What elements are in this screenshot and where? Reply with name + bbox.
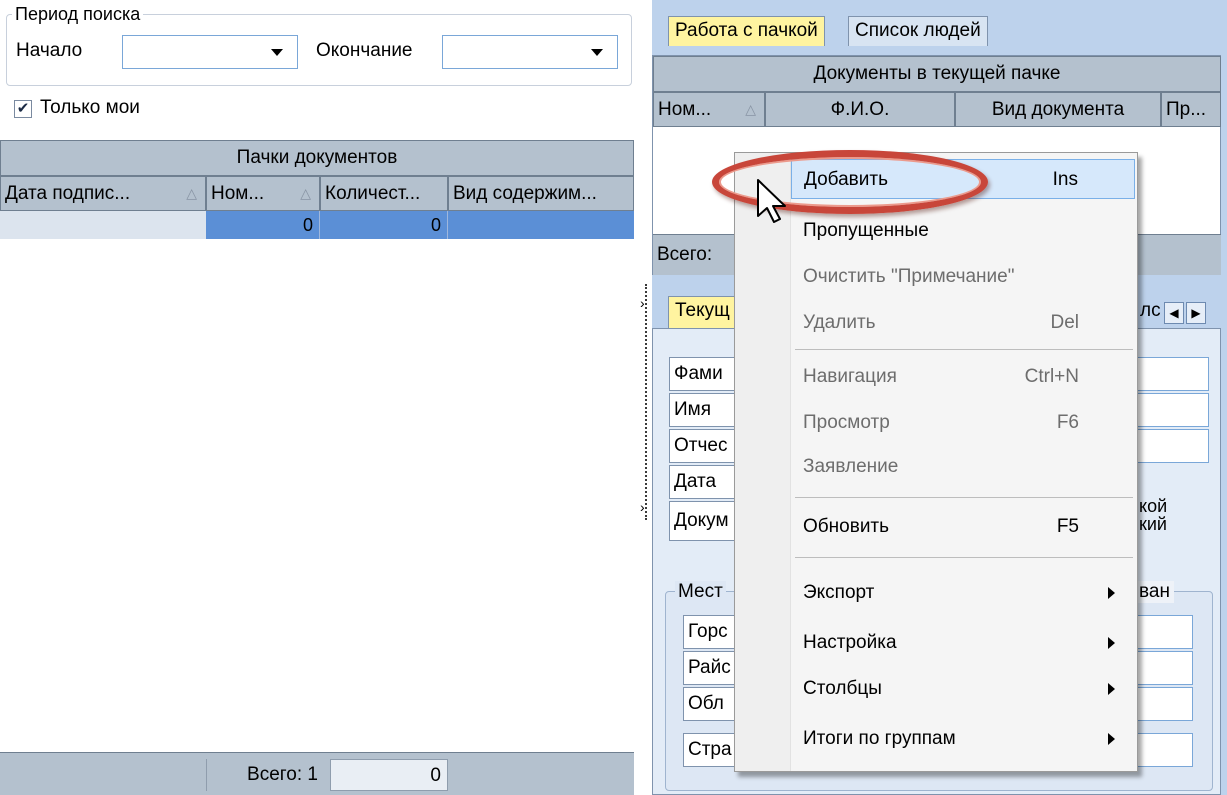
sort-indicator-icon: △ xyxy=(300,185,311,201)
document-note-line: кий xyxy=(1139,514,1167,534)
column-header-label: Ном... xyxy=(658,99,712,120)
batches-footer: Всего: 1 0 xyxy=(0,752,634,795)
menu-item-label: Экспорт xyxy=(803,582,875,603)
chevron-right-icon[interactable]: › xyxy=(640,296,645,310)
chevron-left-icon: ◀ xyxy=(1169,306,1179,320)
tab-scroll-right-button[interactable]: ▶ xyxy=(1186,302,1206,324)
table-cell xyxy=(448,211,634,239)
tab-clipped[interactable]: лс xyxy=(1140,300,1161,322)
chevron-down-icon[interactable] xyxy=(271,49,283,56)
chevron-right-icon: ▶ xyxy=(1191,306,1201,320)
menu-separator xyxy=(795,497,1133,498)
table-cell: 0 xyxy=(320,211,448,239)
place-badge: ван xyxy=(1135,581,1174,603)
pane-splitter[interactable]: › › xyxy=(640,0,652,795)
document-note-line: кой xyxy=(1139,496,1168,516)
splitter-grip[interactable] xyxy=(645,284,647,520)
menu-item-clear-note[interactable]: Очистить "Примечание" xyxy=(791,257,1135,297)
tab-people-list[interactable]: Список людей xyxy=(848,16,988,46)
footer-total-value: 0 xyxy=(330,759,448,791)
table-cell xyxy=(0,211,206,239)
mouse-cursor-icon xyxy=(757,179,786,223)
start-date-combo[interactable] xyxy=(122,35,298,69)
district-field[interactable] xyxy=(1133,651,1193,685)
column-header-label: Ном... xyxy=(211,183,265,204)
footer-total-label: Всего: 1 xyxy=(206,759,328,791)
column-header-count[interactable]: Количест... xyxy=(320,176,448,211)
table-row[interactable]: 0 0 xyxy=(0,211,634,239)
menu-item-label: Просмотр xyxy=(803,412,890,433)
menu-icon-gutter xyxy=(735,153,791,771)
city-field[interactable] xyxy=(1133,615,1193,649)
menu-item-label: Удалить xyxy=(803,312,876,333)
tab-batch-work[interactable]: Работа с пачкой xyxy=(668,16,825,46)
submenu-arrow-icon xyxy=(1108,587,1115,599)
menu-item-label: Заявление xyxy=(803,456,899,477)
menu-item-label: Настройка xyxy=(803,632,897,653)
menu-item-label: Итоги по группам xyxy=(803,728,956,749)
column-header-label: Дата подпис... xyxy=(5,183,131,204)
batches-grid-title: Пачки документов xyxy=(0,140,634,176)
start-date-label: Начало xyxy=(16,40,83,61)
menu-item-label: Навигация xyxy=(803,366,897,387)
column-header-note[interactable]: Пр... xyxy=(1161,92,1221,127)
column-header-label: Вид документа xyxy=(991,99,1125,120)
menu-item-label: Очистить "Примечание" xyxy=(803,266,1015,287)
menu-item-navigation[interactable]: Навигация Ctrl+N xyxy=(791,357,1135,397)
column-header-doc-type[interactable]: Вид документа xyxy=(955,92,1161,127)
menu-item-label: Пропущенные xyxy=(803,220,929,241)
tab-scroll-left-button[interactable]: ◀ xyxy=(1164,302,1184,324)
menu-item-shortcut: Ctrl+N xyxy=(1024,366,1079,387)
menu-separator xyxy=(795,349,1133,350)
context-menu: Добавить Ins Пропущенные Очистить "Приме… xyxy=(734,152,1138,772)
table-cell: 0 xyxy=(206,211,320,239)
submenu-arrow-icon xyxy=(1108,683,1115,695)
document-note: кой кий xyxy=(1139,497,1167,533)
end-date-label: Окончание xyxy=(316,40,413,61)
menu-item-shortcut: F6 xyxy=(1056,412,1079,433)
docs-grid-title: Документы в текущей пачке xyxy=(653,56,1221,92)
column-header-label: Вид содержим... xyxy=(453,183,597,204)
column-header-sign-date[interactable]: Дата подпис... △ xyxy=(0,176,206,211)
batches-pane: Период поиска Начало Окончание ✔ Только … xyxy=(0,0,640,795)
menu-item-settings[interactable]: Настройка xyxy=(791,623,1135,663)
column-header-label: Пр... xyxy=(1166,99,1207,120)
menu-item-label: Столбцы xyxy=(803,678,882,699)
menu-item-shortcut: F5 xyxy=(1056,516,1079,537)
column-header-number[interactable]: Ном... △ xyxy=(206,176,320,211)
sort-indicator-icon: △ xyxy=(745,101,756,117)
column-header-fio[interactable]: Ф.И.О. xyxy=(765,92,955,127)
chevron-right-icon[interactable]: › xyxy=(640,500,645,514)
sort-indicator-icon: △ xyxy=(186,185,197,201)
place-group-title: Мест xyxy=(675,581,726,603)
menu-item-delete[interactable]: Удалить Del xyxy=(791,303,1135,343)
column-header-label: Ф.И.О. xyxy=(830,99,890,120)
menu-item-columns[interactable]: Столбцы xyxy=(791,669,1135,709)
region-field[interactable] xyxy=(1133,687,1193,721)
only-mine-label[interactable]: Только мои xyxy=(40,97,140,119)
end-date-combo[interactable] xyxy=(442,35,618,69)
menu-item-statement[interactable]: Заявление xyxy=(791,447,1135,487)
column-header-number[interactable]: Ном... △ xyxy=(653,92,765,127)
submenu-arrow-icon xyxy=(1108,637,1115,649)
column-header-label: Количест... xyxy=(325,183,421,204)
column-header-content-type[interactable]: Вид содержим... xyxy=(448,176,634,211)
menu-item-preview[interactable]: Просмотр F6 xyxy=(791,403,1135,443)
menu-item-shortcut: Ins xyxy=(1052,169,1078,190)
chevron-down-icon[interactable] xyxy=(591,49,603,56)
menu-item-label: Обновить xyxy=(803,516,890,537)
highlight-ring-annotation xyxy=(712,150,988,214)
docs-footer-label: Всего: xyxy=(657,244,713,265)
menu-item-group-totals[interactable]: Итоги по группам xyxy=(791,719,1135,759)
search-period-title: Период поиска xyxy=(12,4,144,24)
menu-item-shortcut: Del xyxy=(1050,312,1079,333)
only-mine-checkbox[interactable]: ✔ xyxy=(14,100,32,118)
country-field[interactable] xyxy=(1133,733,1193,767)
menu-item-refresh[interactable]: Обновить F5 xyxy=(791,507,1135,547)
menu-item-skipped[interactable]: Пропущенные xyxy=(791,211,1135,251)
menu-separator xyxy=(795,557,1133,558)
submenu-arrow-icon xyxy=(1108,733,1115,745)
menu-item-export[interactable]: Экспорт xyxy=(791,573,1135,613)
